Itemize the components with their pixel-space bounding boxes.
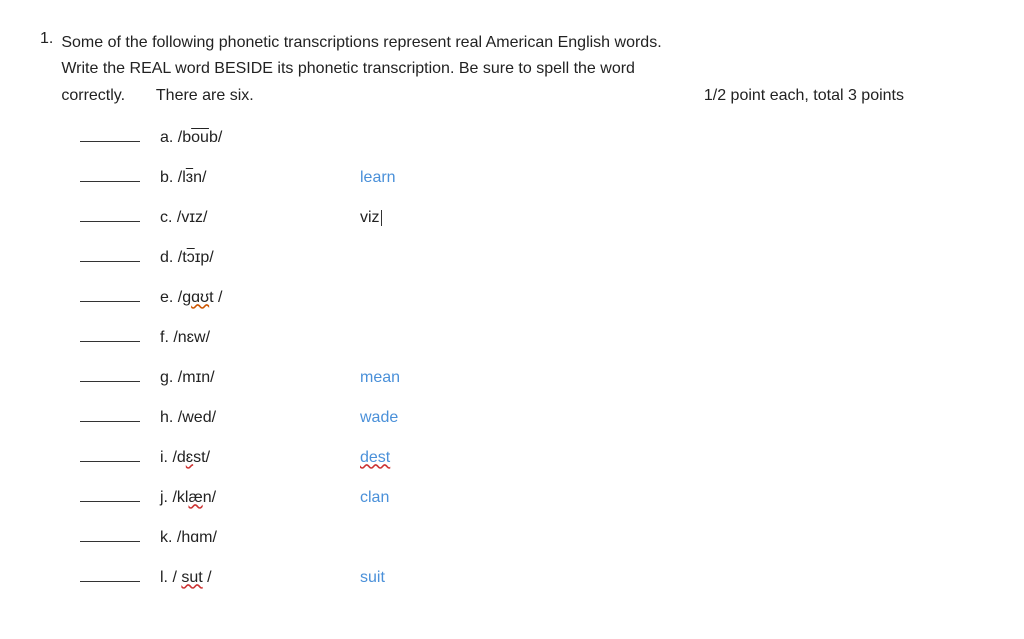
blank-line: [80, 501, 140, 502]
list-item: e. /gɑʊt /: [40, 289, 984, 319]
question-number: 1.: [40, 30, 53, 109]
blank-line: [80, 461, 140, 462]
item-label: i. /dɛst/: [160, 449, 360, 467]
item-label: d. /tɔɪp/: [160, 249, 360, 267]
blank-line: [80, 141, 140, 142]
blank-line: [80, 541, 140, 542]
blank-line: [80, 581, 140, 582]
list-item: a. /boub/: [40, 129, 984, 159]
list-item: g. /mɪn/ mean: [40, 369, 984, 399]
item-label: a. /boub/: [160, 129, 360, 147]
blank-line: [80, 221, 140, 222]
question-header: 1. Some of the following phonetic transc…: [40, 30, 984, 109]
item-label: h. /wed/: [160, 409, 360, 427]
question-container: 1. Some of the following phonetic transc…: [40, 30, 984, 599]
answer-text: wade: [360, 409, 398, 427]
list-item: k. /hɑm/: [40, 529, 984, 559]
question-points: 1/2 point each, total 3 points: [704, 87, 904, 104]
question-line3-left: correctly. There are six.: [61, 83, 253, 109]
blank-line: [80, 181, 140, 182]
question-there-are-six: There are six.: [156, 87, 254, 104]
list-item: b. /lɜn/ learn: [40, 169, 984, 199]
item-label: k. /hɑm/: [160, 529, 360, 547]
answer-text: learn: [360, 169, 396, 187]
question-line3-right: 1/2 point each, total 3 points: [704, 83, 904, 109]
answer-text: clan: [360, 489, 389, 507]
answer-text: viz: [360, 209, 382, 227]
item-label: f. /nɛw/: [160, 329, 360, 347]
list-item: f. /nɛw/: [40, 329, 984, 359]
blank-line: [80, 421, 140, 422]
question-body: Some of the following phonetic transcrip…: [61, 30, 984, 109]
question-correctly: correctly.: [61, 87, 125, 104]
item-label: e. /gɑʊt /: [160, 289, 360, 307]
question-text-line1: Some of the following phonetic transcrip…: [61, 34, 661, 51]
list-item: h. /wed/ wade: [40, 409, 984, 439]
item-label: l. / sut /: [160, 569, 360, 587]
item-label: b. /lɜn/: [160, 169, 360, 187]
question-line3: correctly. There are six. 1/2 point each…: [61, 83, 984, 109]
item-label: j. /klæn/: [160, 489, 360, 507]
question-line2: Write the REAL word BESIDE its phonetic …: [61, 56, 984, 82]
blank-line: [80, 301, 140, 302]
items-list: a. /boub/ b. /lɜn/ learn c. /vɪz/ viz d.…: [40, 129, 984, 599]
list-item: j. /klæn/ clan: [40, 489, 984, 519]
list-item: c. /vɪz/ viz: [40, 209, 984, 239]
question-text-line2: Write the REAL word BESIDE its phonetic …: [61, 60, 635, 77]
item-label: g. /mɪn/: [160, 369, 360, 387]
list-item: d. /tɔɪp/: [40, 249, 984, 279]
answer-text: suit: [360, 569, 385, 587]
list-item: i. /dɛst/ dest: [40, 449, 984, 479]
question-line1: Some of the following phonetic transcrip…: [61, 30, 984, 56]
blank-line: [80, 341, 140, 342]
answer-text: mean: [360, 369, 400, 387]
answer-text: dest: [360, 449, 390, 467]
list-item: l. / sut / suit: [40, 569, 984, 599]
blank-line: [80, 381, 140, 382]
item-label: c. /vɪz/: [160, 209, 360, 227]
blank-line: [80, 261, 140, 262]
